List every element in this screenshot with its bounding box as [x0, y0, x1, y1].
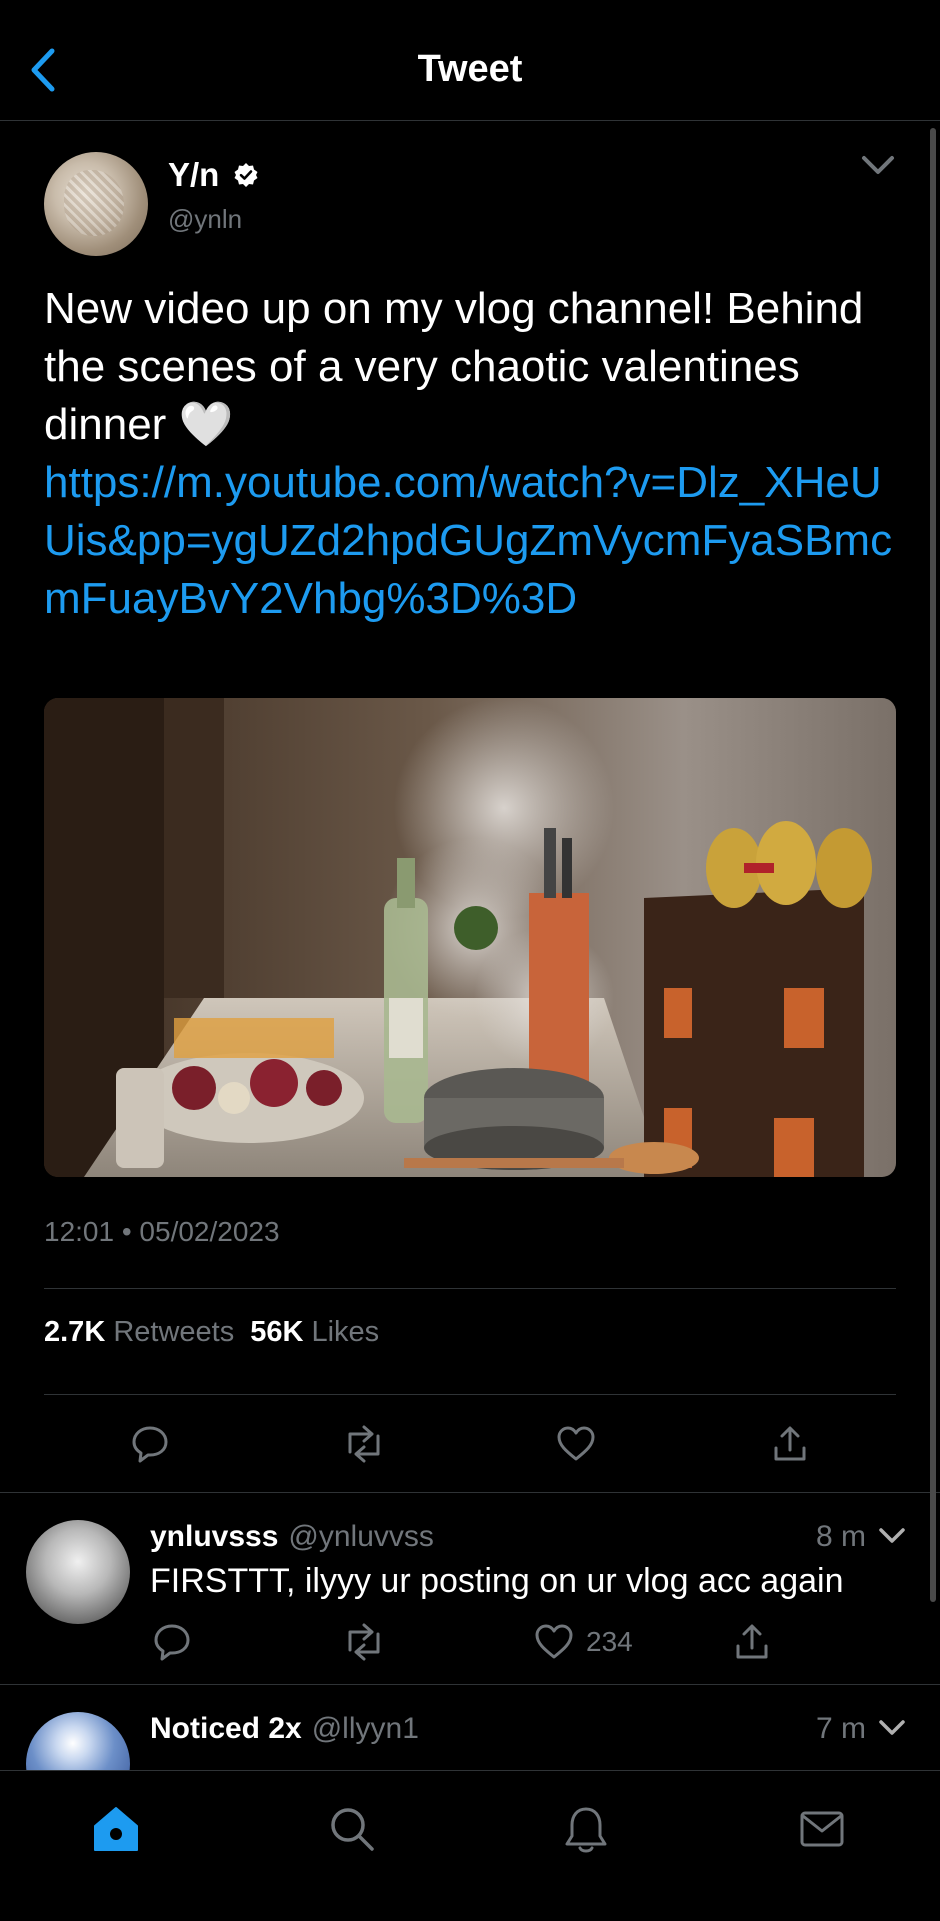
- reply-text: FIRSTTT, ilyyy ur posting on ur vlog acc…: [150, 1562, 844, 1600]
- reply-author-name[interactable]: Noticed 2x: [150, 1712, 302, 1746]
- chevron-down-icon: [862, 156, 894, 174]
- mail-icon: [800, 1811, 844, 1847]
- tweet-body: New video up on my vlog channel! Behind …: [44, 280, 904, 628]
- tweet-timestamp: 12:01 • 05/02/2023: [44, 1216, 280, 1247]
- bell-icon: [565, 1807, 607, 1853]
- author-avatar[interactable]: [44, 152, 148, 256]
- divider: [0, 1684, 940, 1685]
- tweet-options-button[interactable]: [858, 150, 902, 186]
- reply-button[interactable]: [124, 1418, 176, 1470]
- reply-like-count: 234: [586, 1626, 633, 1657]
- retweet-icon: [348, 1623, 380, 1661]
- home-icon: [94, 1807, 138, 1851]
- tweet-stats: 2.7K Retweets 56K Likes: [44, 1316, 379, 1349]
- share-icon: [774, 1426, 806, 1461]
- author-name-row[interactable]: Y/n: [168, 156, 259, 194]
- reply-icon: [132, 1426, 168, 1463]
- tab-home[interactable]: [86, 1799, 146, 1859]
- kitchen-photo: [44, 698, 896, 1177]
- chevron-down-icon: [879, 1720, 905, 1735]
- reply-icon: [154, 1624, 190, 1661]
- author-handle: @ynln: [168, 204, 243, 234]
- divider: [44, 1394, 896, 1395]
- author-name: Y/n: [168, 156, 220, 193]
- tab-messages[interactable]: [792, 1799, 852, 1859]
- reply-share-button[interactable]: [726, 1616, 778, 1668]
- share-icon: [736, 1624, 768, 1659]
- reply-time: 8 m: [816, 1520, 867, 1553]
- likes-label: Likes: [311, 1316, 380, 1348]
- verified-badge-icon: [234, 163, 258, 187]
- top-navigation-bar: Tweet: [0, 0, 940, 121]
- retweet-icon: [348, 1425, 380, 1463]
- reply-author-handle: @ynluvvss: [288, 1520, 434, 1553]
- page-title: Tweet: [417, 48, 523, 90]
- search-icon: [331, 1808, 374, 1851]
- heart-icon: [535, 1624, 573, 1659]
- heart-icon: [557, 1426, 595, 1461]
- tab-search[interactable]: [322, 1799, 382, 1859]
- reply-author-name[interactable]: ynluvsss: [150, 1520, 278, 1554]
- scrollbar[interactable]: [930, 128, 936, 1602]
- reply-header: Noticed 2x @llyyn1: [150, 1712, 419, 1746]
- retweet-button[interactable]: [338, 1418, 390, 1470]
- tweet-text: New video up on my vlog channel! Behind …: [44, 284, 864, 449]
- reply-options-button[interactable]: [872, 1514, 912, 1558]
- reply-avatar[interactable]: [26, 1520, 130, 1624]
- tweet-link[interactable]: https://m.youtube.com/watch?v=Dlz_XHeUUi…: [44, 458, 892, 623]
- reply-options-button[interactable]: [872, 1706, 912, 1750]
- chevron-down-icon: [879, 1528, 905, 1543]
- likes-count: 56K: [250, 1316, 304, 1348]
- like-button[interactable]: [550, 1418, 602, 1470]
- retweets-stat[interactable]: 2.7K Retweets: [44, 1316, 234, 1349]
- divider: [44, 1288, 896, 1289]
- reply-reply-button[interactable]: [146, 1616, 198, 1668]
- reply-retweet-button[interactable]: [338, 1616, 390, 1668]
- retweets-count: 2.7K: [44, 1316, 106, 1348]
- bottom-tab-bar: [0, 1770, 940, 1921]
- tweet-media-image[interactable]: [44, 698, 896, 1177]
- reply-like-button[interactable]: 234: [534, 1616, 654, 1668]
- divider: [0, 1492, 940, 1493]
- share-button[interactable]: [764, 1418, 816, 1470]
- retweets-label: Retweets: [113, 1316, 235, 1348]
- reply-time: 7 m: [816, 1712, 867, 1745]
- likes-stat[interactable]: 56K Likes: [250, 1316, 379, 1349]
- reply-author-handle: @llyyn1: [311, 1712, 419, 1745]
- tab-notifications[interactable]: [556, 1799, 616, 1859]
- reply-header: ynluvsss @ynluvvss: [150, 1520, 434, 1554]
